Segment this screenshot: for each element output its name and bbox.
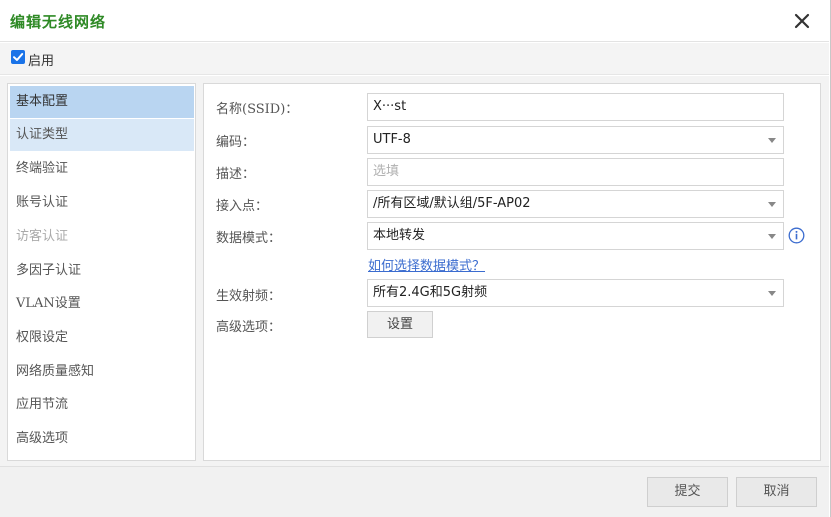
info-icon[interactable]	[788, 227, 805, 244]
encoding-select[interactable]: UTF-8	[367, 126, 784, 154]
access-point-value: /所有区域/默认组/5F-AP02	[373, 196, 531, 211]
data-mode-select[interactable]: 本地转发	[367, 222, 784, 250]
data-mode-label: 数据模式：	[216, 231, 282, 246]
chevron-down-icon	[768, 291, 776, 296]
sidebar-item-network-quality[interactable]: 网络质量感知	[10, 356, 194, 388]
radio-value: 所有2.4G和5G射频	[373, 285, 488, 300]
chevron-down-icon	[768, 234, 776, 239]
close-button[interactable]	[790, 9, 814, 33]
sidebar-item-mfa[interactable]: 多因子认证	[10, 255, 194, 287]
cancel-button[interactable]: 取消	[736, 477, 817, 507]
enable-label: 启用	[28, 54, 55, 69]
enable-row	[0, 43, 829, 75]
advanced-options-label: 高级选项：	[216, 320, 282, 335]
sidebar-item-basic-config[interactable]: 基本配置	[10, 86, 194, 118]
chevron-down-icon	[768, 202, 776, 207]
sidebar-item-app-throttle[interactable]: 应用节流	[10, 389, 194, 421]
sidebar-item-account-auth[interactable]: 账号认证	[10, 187, 194, 219]
access-point-select[interactable]: /所有区域/默认组/5F-AP02	[367, 190, 784, 218]
data-mode-help-link[interactable]: 如何选择数据模式？	[368, 255, 485, 274]
description-input[interactable]: 选填	[367, 158, 784, 186]
description-label: 描述：	[216, 167, 256, 182]
encoding-value: UTF-8	[373, 132, 411, 147]
sidebar-item-guest-auth: 访客认证	[16, 229, 69, 244]
radio-label: 生效射频：	[216, 289, 282, 304]
enable-checkbox[interactable]	[11, 50, 25, 64]
dialog-titlebar: 编辑无线网络	[0, 0, 829, 42]
ssid-input[interactable]: X···st	[367, 93, 784, 121]
access-point-label: 接入点：	[216, 199, 269, 214]
encoding-label: 编码：	[216, 135, 256, 150]
ssid-label: 名称(SSID)：	[216, 102, 299, 117]
sidebar-item-advanced[interactable]: 高级选项	[10, 423, 194, 455]
chevron-down-icon	[768, 138, 776, 143]
settings-sidebar: 基本配置 认证类型 终端验证 账号认证 访客认证 多因子认证 VLAN设置 权限…	[7, 83, 196, 461]
dialog-title: 编辑无线网络	[10, 13, 107, 31]
sidebar-item-vlan[interactable]: VLAN设置	[10, 288, 194, 320]
sidebar-item-permissions[interactable]: 权限设定	[10, 322, 194, 354]
radio-select[interactable]: 所有2.4G和5G射频	[367, 279, 784, 307]
settings-button[interactable]: 设置	[367, 311, 433, 338]
edit-wireless-dialog: 编辑无线网络 启用 基本配置 认证类型 终端验证 账号认证 访客认证 多因子认证…	[0, 0, 831, 517]
check-icon	[13, 53, 24, 61]
sidebar-item-terminal-verify[interactable]: 终端验证	[10, 153, 194, 185]
submit-button[interactable]: 提交	[647, 477, 728, 507]
sidebar-item-auth-type[interactable]: 认证类型	[10, 119, 194, 151]
close-icon	[794, 13, 810, 29]
data-mode-value: 本地转发	[373, 228, 426, 243]
